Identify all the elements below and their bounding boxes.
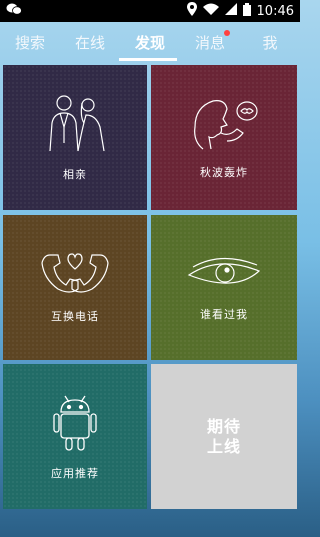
tile-matchmaking[interactable]: 相亲 [3,65,147,210]
android-icon [53,392,97,455]
tab-online[interactable]: 在线 [60,32,120,53]
tab-messages[interactable]: 消息 [180,29,240,53]
unread-badge [224,29,230,36]
tile-matchmaking-label: 相亲 [63,168,87,181]
tile-coming-soon-label: 期待 上线 [206,416,241,456]
tab-discover[interactable]: 发现 [120,32,180,53]
blow-kiss-icon [187,95,261,154]
tile-exchange-phone-label: 互换电话 [51,310,99,323]
tab-bar: 搜索 在线 发现 消息 我 [0,22,300,62]
couple-icon [38,93,112,156]
tab-search[interactable]: 搜索 [0,32,60,53]
tile-who-viewed-me[interactable]: 谁看过我 [151,215,297,360]
wifi-icon [202,3,219,19]
tile-coming-soon: 期待 上线 [151,364,297,509]
tile-who-viewed-me-label: 谁看过我 [200,308,248,321]
signal-icon [224,3,237,19]
tile-app-recommend[interactable]: 应用推荐 [3,364,147,509]
active-tab-indicator [119,58,177,61]
eye-icon [185,253,263,296]
tab-messages-label: 消息 [194,33,225,52]
tab-me[interactable]: 我 [240,32,300,53]
battery-icon [242,2,251,20]
location-icon [186,2,197,20]
tile-exchange-phone[interactable]: 互换电话 [3,215,147,360]
status-bar: 10:46 [0,0,300,22]
wechat-icon [6,2,22,20]
clock: 10:46 [256,3,294,19]
phone-heart-icon [38,251,112,298]
tile-app-recommend-label: 应用推荐 [51,467,99,480]
tile-flirt-bomb-label: 秋波轰炸 [200,166,248,179]
tile-flirt-bomb[interactable]: 秋波轰炸 [151,65,297,210]
